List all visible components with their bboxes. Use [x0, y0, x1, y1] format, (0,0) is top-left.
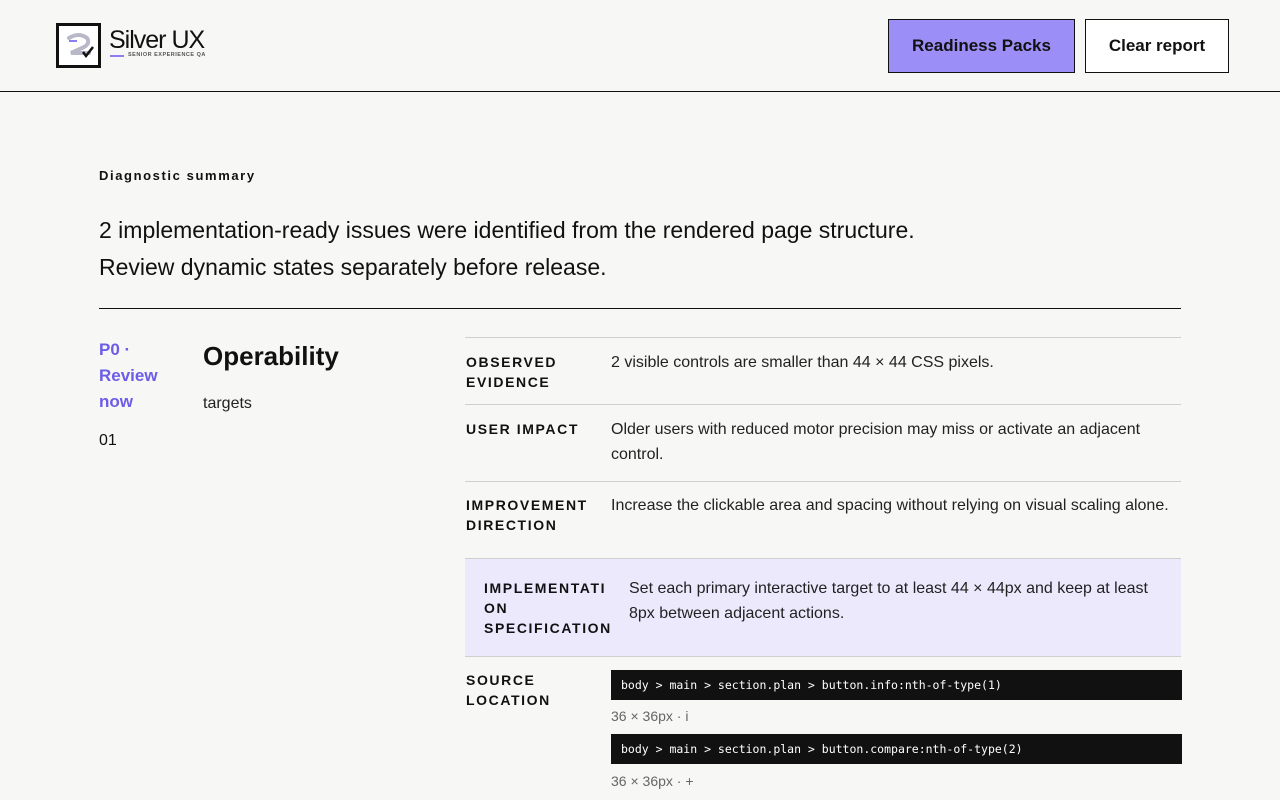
- priority-badge: P0 · Review now: [99, 340, 158, 411]
- source-meta-1: 36 × 36px · i: [611, 708, 689, 724]
- observed-evidence-value: 2 visible controls are smaller than 44 ×…: [611, 354, 994, 371]
- implementation-specification-value: Set each primary interactive target to a…: [629, 580, 1148, 622]
- observed-evidence-row: OBSERVED EVIDENCE 2 visible controls are…: [465, 337, 1181, 404]
- user-impact-label: USER IMPACT: [466, 421, 580, 437]
- summary-line-1: 2 implementation-ready issues were ident…: [99, 217, 915, 243]
- user-impact-row: USER IMPACT Older users with reduced mot…: [465, 404, 1181, 481]
- source-meta-2: 36 × 36px · +: [611, 773, 694, 789]
- logo-title: Silver UX: [109, 26, 205, 54]
- user-impact-value: Older users with reduced motor precision…: [611, 421, 1141, 463]
- issue-details: OBSERVED EVIDENCE 2 visible controls are…: [465, 337, 1182, 800]
- source-location-label: SOURCE LOCATION: [466, 672, 551, 708]
- summary-label: Diagnostic summary: [99, 168, 256, 183]
- issue-subtitle: targets: [203, 395, 252, 412]
- divider: [99, 308, 1181, 309]
- issue-title: Operability: [203, 341, 339, 371]
- source-selector-1[interactable]: body > main > section.plan > button.info…: [611, 670, 1182, 700]
- issue-number: 01: [99, 432, 117, 449]
- source-location-row: SOURCE LOCATION body > main > section.pl…: [465, 656, 1182, 800]
- summary-text: 2 implementation-ready issues were ident…: [99, 212, 1099, 286]
- clear-report-button[interactable]: Clear report: [1085, 19, 1229, 73]
- implementation-specification-row: IMPLEMENTATI ON SPECIFICATION Set each p…: [465, 558, 1181, 656]
- implementation-specification-label: IMPLEMENTATI ON SPECIFICATION: [484, 580, 612, 636]
- logo-rule: [110, 55, 124, 57]
- summary-line-2: Review dynamic states separately before …: [99, 254, 607, 280]
- logo-mark-icon: [56, 23, 101, 68]
- improvement-direction-row: IMPROVEMENT DIRECTION Increase the click…: [465, 481, 1181, 558]
- logo-subtitle: SENIOR EXPERIENCE QA: [128, 52, 206, 58]
- improvement-direction-value: Increase the clickable area and spacing …: [611, 497, 1169, 514]
- site-header: Silver UX SENIOR EXPERIENCE QA Readiness…: [0, 0, 1280, 92]
- logo[interactable]: Silver UX SENIOR EXPERIENCE QA: [56, 23, 216, 69]
- improvement-direction-label: IMPROVEMENT DIRECTION: [466, 497, 588, 533]
- readiness-packs-button[interactable]: Readiness Packs: [888, 19, 1075, 73]
- source-selector-2[interactable]: body > main > section.plan > button.comp…: [611, 734, 1182, 764]
- observed-evidence-label: OBSERVED EVIDENCE: [466, 354, 558, 390]
